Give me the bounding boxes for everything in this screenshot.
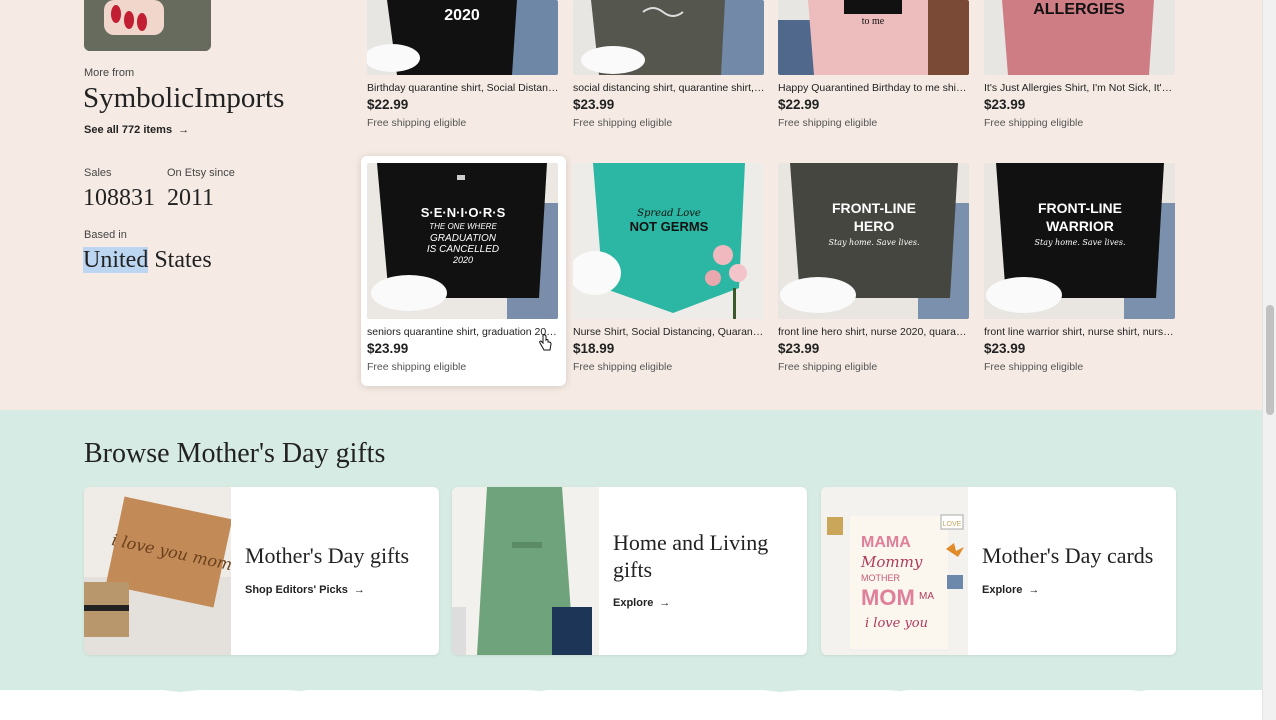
product-price: $22.99 <box>778 97 820 112</box>
shipping-label: Free shipping eligible <box>367 117 467 129</box>
browse-heading: Browse Mother's Day gifts <box>84 438 386 469</box>
svg-text:MAMA: MAMA <box>861 534 911 551</box>
sales-value: 108831 <box>83 185 155 211</box>
shop-editors-picks-link[interactable]: Shop Editors' Picks → <box>245 584 365 596</box>
torn-edge-top <box>0 413 1262 432</box>
shipping-label: Free shipping eligible <box>984 361 1084 373</box>
svg-text:THE ONE WHERE: THE ONE WHERE <box>429 222 497 231</box>
product-title[interactable]: Birthday quarantine shirt, Social Distan… <box>367 82 559 96</box>
svg-text:Stay home. Save lives.: Stay home. Save lives. <box>829 238 920 247</box>
svg-text:LOVE: LOVE <box>943 521 962 528</box>
explore-link[interactable]: Explore → <box>613 597 670 609</box>
see-all-label: See all 772 items <box>84 124 173 136</box>
gift-card-mothers-day-gifts[interactable]: i love you mom Mother's Day gifts Shop E… <box>84 487 439 655</box>
product-image: Spread Love NOT GERMS <box>573 163 764 319</box>
see-all-items-link[interactable]: See all 772 items → <box>84 124 189 136</box>
svg-text:2020: 2020 <box>444 7 480 24</box>
product-title[interactable]: seniors quarantine shirt, graduation 202… <box>367 326 559 340</box>
svg-text:2020: 2020 <box>452 255 473 265</box>
svg-text:MOTHER: MOTHER <box>861 573 900 583</box>
product-card[interactable]: Spread Love NOT GERMS Nurse Shirt, Socia… <box>573 163 765 373</box>
shop-avatar[interactable] <box>84 0 211 51</box>
product-card[interactable]: S·E·N·I·O·R·S THE ONE WHERE GRADUATION I… <box>367 163 559 373</box>
product-price: $23.99 <box>778 341 820 356</box>
product-card[interactable]: FRONT-LINE HERO Stay home. Save lives. f… <box>778 163 970 373</box>
product-card[interactable]: to me Happy Quarantined Birthday to me s… <box>778 0 970 129</box>
arrow-right-icon: → <box>353 584 365 596</box>
based-in-label: Based in <box>84 229 127 241</box>
product-title[interactable]: It's Just Allergies Shirt, I'm Not Sick,… <box>984 82 1176 96</box>
gift-card-title: Home and Living gifts <box>613 530 769 582</box>
product-image <box>573 0 764 75</box>
svg-text:MOM: MOM <box>861 585 915 610</box>
product-price: $18.99 <box>573 341 615 356</box>
shipping-label: Free shipping eligible <box>778 361 878 373</box>
svg-text:HERO: HERO <box>854 218 895 234</box>
svg-text:FRONT-LINE: FRONT-LINE <box>1038 200 1122 216</box>
arrow-right-icon: → <box>178 124 190 136</box>
product-card[interactable]: 2020 Birthday quarantine shirt, Social D… <box>367 0 559 129</box>
gift-card-image <box>452 487 599 655</box>
product-title[interactable]: front line warrior shirt, nurse shirt, n… <box>984 326 1176 340</box>
arrow-right-icon: → <box>659 597 671 609</box>
gift-card-mothers-day-cards[interactable]: MAMA Mommy MOTHER MOM MA i love you LOVE… <box>821 487 1176 655</box>
product-price: $23.99 <box>573 97 615 112</box>
product-card[interactable]: FRONT-LINE WARRIOR Stay home. Save lives… <box>984 163 1176 373</box>
product-title[interactable]: Nurse Shirt, Social Distancing, Quaranti… <box>573 326 765 340</box>
svg-text:Spread Love: Spread Love <box>637 208 701 219</box>
product-price: $23.99 <box>984 341 1026 356</box>
svg-text:NOT GERMS: NOT GERMS <box>630 219 709 234</box>
svg-text:GRADUATION: GRADUATION <box>430 233 497 244</box>
product-card[interactable]: ALLERGIES It's Just Allergies Shirt, I'm… <box>984 0 1176 129</box>
product-price: $23.99 <box>367 341 409 356</box>
hand-cursor-icon <box>539 334 552 351</box>
gift-card-home-and-living[interactable]: Home and Living gifts Explore → <box>452 487 807 655</box>
gift-card-title: Mother's Day gifts <box>245 543 410 568</box>
gift-card-image: MAMA Mommy MOTHER MOM MA i love you LOVE <box>821 487 968 655</box>
product-title[interactable]: social distancing shirt, quarantine shir… <box>573 82 765 96</box>
scrollbar-thumb[interactable] <box>1266 305 1274 415</box>
explore-link[interactable]: Explore → <box>982 584 1039 596</box>
selected-text: United <box>83 247 149 273</box>
product-image: 2020 <box>367 0 558 75</box>
product-title[interactable]: front line hero shirt, nurse 2020, quara… <box>778 326 970 340</box>
svg-text:to me: to me <box>862 16 885 27</box>
shop-name[interactable]: SymbolicImports <box>83 82 284 115</box>
arrow-right-icon: → <box>1028 584 1040 596</box>
product-image: FRONT-LINE HERO Stay home. Save lives. <box>778 163 969 319</box>
svg-text:IS CANCELLED: IS CANCELLED <box>427 244 499 255</box>
svg-text:ALLERGIES: ALLERGIES <box>1033 1 1125 18</box>
product-card[interactable]: social distancing shirt, quarantine shir… <box>573 0 765 129</box>
svg-text:MA: MA <box>919 591 934 602</box>
gift-card-title: Mother's Day cards <box>982 543 1154 568</box>
svg-text:i love you: i love you <box>865 616 928 631</box>
product-image: S·E·N·I·O·R·S THE ONE WHERE GRADUATION I… <box>367 163 558 319</box>
product-price: $23.99 <box>984 97 1026 112</box>
on-etsy-since-label: On Etsy since <box>167 167 235 179</box>
on-etsy-since-value: 2011 <box>167 185 215 211</box>
product-title[interactable]: Happy Quarantined Birthday to me shirt, … <box>778 82 970 96</box>
product-image: ALLERGIES <box>984 0 1175 75</box>
svg-text:WARRIOR: WARRIOR <box>1046 218 1114 234</box>
torn-edge-bottom <box>0 674 1262 692</box>
more-from-label: More from <box>84 67 135 79</box>
product-image: to me <box>778 0 969 75</box>
shipping-label: Free shipping eligible <box>367 361 467 373</box>
based-in-value: United States <box>83 247 212 273</box>
svg-text:Stay home. Save lives.: Stay home. Save lives. <box>1035 238 1126 247</box>
shipping-label: Free shipping eligible <box>984 117 1084 129</box>
product-price: $22.99 <box>367 97 409 112</box>
sales-label: Sales <box>84 167 112 179</box>
svg-text:FRONT-LINE: FRONT-LINE <box>832 200 916 216</box>
shipping-label: Free shipping eligible <box>573 361 673 373</box>
vertical-scrollbar[interactable] <box>1262 0 1276 720</box>
shipping-label: Free shipping eligible <box>778 117 878 129</box>
svg-text:S·E·N·I·O·R·S: S·E·N·I·O·R·S <box>421 205 506 220</box>
product-image: FRONT-LINE WARRIOR Stay home. Save lives… <box>984 163 1175 319</box>
svg-text:Mommy: Mommy <box>860 553 923 571</box>
gift-card-image: i love you mom <box>84 487 234 655</box>
shipping-label: Free shipping eligible <box>573 117 673 129</box>
